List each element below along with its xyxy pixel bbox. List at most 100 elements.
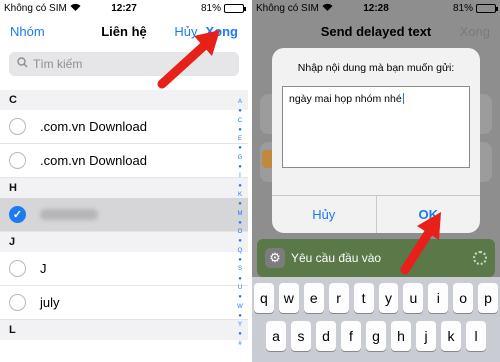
key-q[interactable]: q	[253, 283, 274, 313]
dialog-buttons: Hủy OK	[272, 195, 480, 233]
index-letter[interactable]: C	[238, 117, 242, 126]
contacts-screen: Không có SIM 12:27 81% Nhóm Liên hệ Hủy …	[0, 0, 248, 362]
key-k[interactable]: k	[441, 321, 461, 351]
battery-group: 81%	[200, 2, 246, 14]
index-letter[interactable]: ●	[238, 219, 242, 228]
keyboard-row: asdfghjkl	[254, 321, 498, 351]
index-letter[interactable]: ●	[238, 330, 242, 339]
contact-name: J	[40, 261, 47, 276]
radio-circle-icon[interactable]	[9, 118, 26, 135]
search-placeholder: Tìm kiếm	[33, 57, 83, 71]
contact-row[interactable]: .com.vn Download	[0, 110, 248, 144]
key-g[interactable]: g	[366, 321, 386, 351]
action-bar: ⚙ Yêu cầu đầu vào	[257, 239, 495, 277]
spinner-icon	[473, 251, 487, 265]
blurred-contact-name	[40, 209, 98, 220]
keyboard-row: qwertyuiop	[253, 283, 499, 313]
message-input[interactable]: ngày mai họp nhóm nhé	[282, 86, 470, 168]
index-letter[interactable]: ●	[238, 182, 242, 191]
index-letter[interactable]: ●	[238, 107, 242, 116]
key-o[interactable]: o	[453, 283, 474, 313]
key-u[interactable]: u	[403, 283, 424, 313]
key-d[interactable]: d	[316, 321, 336, 351]
section-header: L	[0, 320, 248, 340]
key-w[interactable]: w	[278, 283, 299, 313]
alphabet-index[interactable]: A ● C ● E ● G ● I ● K ● M ● O ● Q ● S ● U ● W ● Y ● #	[235, 98, 245, 349]
key-l[interactable]: l	[466, 321, 486, 351]
shortcut-screen: Không có SIM 12:28 81% Send delayed text…	[252, 0, 500, 362]
screenshot: Không có SIM 12:27 81% Nhóm Liên hệ Hủy …	[0, 0, 500, 362]
index-letter[interactable]: Q	[238, 247, 243, 256]
index-letter[interactable]: Y	[238, 321, 242, 330]
index-letter[interactable]: ●	[238, 126, 242, 135]
key-y[interactable]: y	[378, 283, 399, 313]
wifi-icon	[70, 3, 81, 14]
carrier-group: Không có SIM	[256, 3, 333, 14]
index-letter[interactable]: ●	[238, 144, 242, 153]
wifi-icon	[322, 3, 333, 14]
action-label: Yêu cầu đầu vào	[291, 251, 382, 265]
index-letter[interactable]: M	[238, 210, 243, 219]
search-input[interactable]: Tìm kiếm	[9, 52, 239, 76]
dialog-title: Nhập nội dung mà bạn muốn gửi:	[297, 62, 455, 74]
contact-row[interactable]: .com.vn Download	[0, 144, 248, 178]
index-letter[interactable]: #	[238, 340, 241, 349]
contact-row[interactable]: ✓	[0, 198, 248, 232]
index-letter[interactable]: W	[237, 303, 243, 312]
battery-icon	[476, 3, 498, 13]
key-f[interactable]: f	[341, 321, 361, 351]
key-j[interactable]: j	[416, 321, 436, 351]
key-s[interactable]: s	[291, 321, 311, 351]
key-p[interactable]: p	[478, 283, 499, 313]
key-t[interactable]: t	[353, 283, 374, 313]
index-letter[interactable]: U	[238, 284, 242, 293]
carrier-label: Không có SIM	[256, 2, 319, 14]
index-letter[interactable]: ●	[238, 200, 242, 209]
contact-list: C .com.vn Download .com.vn Download H ✓ J Jjul…	[0, 90, 248, 362]
input-dialog: Nhập nội dung mà bạn muốn gửi: ngày mai …	[272, 48, 480, 233]
index-letter[interactable]: ●	[238, 256, 242, 265]
index-letter[interactable]: A	[238, 98, 242, 107]
key-r[interactable]: r	[328, 283, 349, 313]
nav-actions: Hủy Xong	[174, 24, 238, 39]
nav-bar: Send delayed text Xong	[252, 16, 500, 46]
gear-icon: ⚙	[265, 248, 285, 268]
carrier-label: Không có SIM	[4, 2, 67, 14]
ok-button[interactable]: OK	[375, 196, 481, 233]
contact-row[interactable]: july	[0, 286, 248, 320]
contact-row[interactable]: J	[0, 252, 248, 286]
index-letter[interactable]: ●	[238, 312, 242, 321]
index-letter[interactable]: ●	[238, 293, 242, 302]
index-letter[interactable]: ●	[238, 275, 242, 284]
index-letter[interactable]: E	[238, 135, 242, 144]
done-button[interactable]: Xong	[460, 24, 490, 39]
carrier-group: Không có SIM	[4, 3, 81, 14]
battery-percent: 81%	[200, 2, 221, 14]
nav-bar: Nhóm Liên hệ Hủy Xong	[0, 16, 248, 46]
checkmark-icon[interactable]: ✓	[9, 206, 26, 223]
index-letter[interactable]: I	[239, 172, 241, 181]
index-letter[interactable]: O	[238, 228, 243, 237]
done-button[interactable]: Xong	[206, 24, 239, 39]
cancel-button[interactable]: Hủy	[174, 24, 197, 39]
index-letter[interactable]: G	[238, 154, 243, 163]
keyboard: qwertyuiop asdfghjkl	[252, 277, 500, 362]
radio-circle-icon[interactable]	[9, 260, 26, 277]
groups-button[interactable]: Nhóm	[10, 24, 45, 39]
section-header: H	[0, 178, 248, 198]
section-header: C	[0, 90, 248, 110]
contact-name: .com.vn Download	[40, 119, 147, 134]
cancel-button[interactable]: Hủy	[272, 196, 376, 233]
index-letter[interactable]: K	[238, 191, 242, 200]
key-a[interactable]: a	[266, 321, 286, 351]
index-letter[interactable]: ●	[238, 237, 242, 246]
key-i[interactable]: i	[428, 283, 449, 313]
status-bar: Không có SIM 12:27 81%	[0, 0, 248, 16]
radio-circle-icon[interactable]	[9, 294, 26, 311]
index-letter[interactable]: ●	[238, 163, 242, 172]
key-h[interactable]: h	[391, 321, 411, 351]
radio-circle-icon[interactable]	[9, 152, 26, 169]
index-letter[interactable]: S	[238, 265, 242, 274]
key-e[interactable]: e	[303, 283, 324, 313]
battery-icon	[224, 3, 246, 13]
